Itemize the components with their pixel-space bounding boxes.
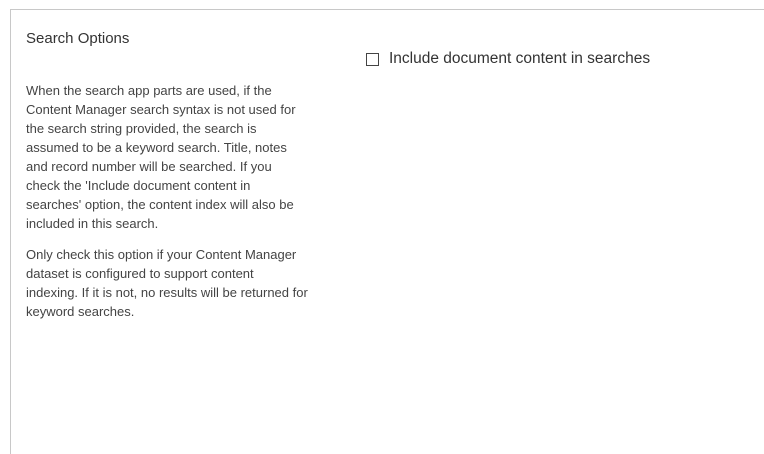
search-options-panel: Search Options When the search app parts…: [10, 9, 764, 454]
include-document-content-label[interactable]: Include document content in searches: [389, 48, 650, 70]
section-title: Search Options: [26, 30, 130, 47]
section-description-paragraph-1: When the search app parts are used, if t…: [26, 83, 296, 231]
include-document-content-checkbox[interactable]: [366, 52, 379, 66]
section-description-paragraph-2: Only check this option if your Content M…: [26, 247, 308, 319]
section-options-column: Include document content in searches: [366, 48, 650, 70]
include-document-content-option[interactable]: Include document content in searches: [366, 48, 650, 70]
section-description-column: Search Options When the search app parts…: [26, 28, 316, 333]
